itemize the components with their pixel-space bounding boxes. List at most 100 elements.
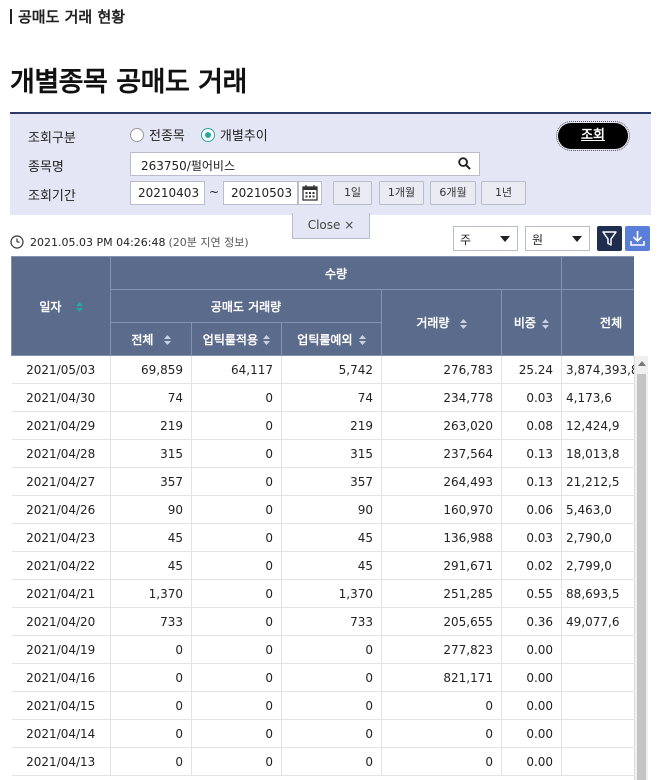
table-cell bbox=[561, 691, 634, 720]
table-row[interactable]: 2021/04/15 0 0 0 0 0.00 bbox=[11, 691, 634, 720]
period-select[interactable]: 주 bbox=[453, 226, 518, 251]
table-cell: 3,874,393,8 bbox=[561, 355, 634, 384]
col-total-header[interactable]: 전체 bbox=[110, 322, 192, 356]
table-cell: 1,370 bbox=[110, 579, 192, 608]
table-row[interactable]: 2021/04/20 733 0 733 205,655 0.36 49,077,6 bbox=[11, 607, 634, 636]
table-row[interactable]: 2021/04/28 315 0 315 237,564 0.13 18,013,8 bbox=[11, 439, 634, 468]
period-select-value: 주 bbox=[460, 233, 472, 247]
table-cell: 0 bbox=[110, 663, 192, 692]
table-cell: 277,823 bbox=[381, 635, 502, 664]
table-cell: 357 bbox=[281, 467, 382, 496]
period-1day-button[interactable]: 1일 bbox=[333, 181, 372, 205]
date-from-input[interactable]: 20210403 bbox=[130, 181, 205, 205]
period-1year-button[interactable]: 1년 bbox=[481, 181, 526, 205]
table-cell: 0.06 bbox=[501, 495, 563, 524]
table-cell: 0 bbox=[191, 551, 282, 580]
calendar-button[interactable] bbox=[298, 181, 322, 205]
col-quantity-header: 수량 bbox=[109, 256, 563, 290]
table-cell: 0 bbox=[281, 719, 382, 748]
page-title: 개별종목 공매도 거래 bbox=[10, 67, 247, 98]
scroll-up-icon[interactable] bbox=[638, 361, 646, 366]
table-row[interactable]: 2021/04/30 74 0 74 234,778 0.03 4,173,6 bbox=[11, 383, 634, 412]
table-cell: 0.03 bbox=[501, 383, 563, 412]
table-cell: 0.00 bbox=[501, 719, 563, 748]
table-scrollbar[interactable] bbox=[634, 356, 648, 780]
table-cell: 276,783 bbox=[381, 355, 502, 384]
col-uptick-applied-header[interactable]: 업틱룰적용 bbox=[191, 322, 282, 356]
table-cell: 4,173,6 bbox=[561, 383, 634, 412]
table-row[interactable]: 2021/04/26 90 0 90 160,970 0.06 5,463,0 bbox=[11, 495, 634, 524]
table-cell: 2021/04/22 bbox=[11, 551, 111, 580]
table-cell: 733 bbox=[110, 607, 192, 636]
col-amount-total-label: 전체 bbox=[600, 316, 623, 330]
col-uptick-exempt-header[interactable]: 업틱룰예외 bbox=[281, 322, 382, 356]
table-cell: 136,988 bbox=[381, 523, 502, 552]
table-cell: 0 bbox=[191, 719, 282, 748]
table-cell: 45 bbox=[281, 523, 382, 552]
table-cell: 0 bbox=[110, 747, 192, 776]
table-row[interactable]: 2021/04/13 0 0 0 0 0.00 bbox=[11, 747, 634, 776]
table-cell: 0 bbox=[191, 411, 282, 440]
table-row[interactable]: 2021/04/14 0 0 0 0 0.00 bbox=[11, 719, 634, 748]
period-1month-button[interactable]: 1개월 bbox=[379, 181, 424, 205]
table-cell: 357 bbox=[110, 467, 192, 496]
table-cell: 74 bbox=[281, 383, 382, 412]
table-cell: 0.13 bbox=[501, 439, 563, 468]
scroll-thumb[interactable] bbox=[637, 374, 646, 780]
col-total-label: 전체 bbox=[131, 332, 154, 347]
search-icon[interactable] bbox=[458, 157, 471, 170]
radio-individual-trend[interactable] bbox=[200, 127, 215, 142]
calendar-icon bbox=[302, 185, 318, 201]
sort-icon bbox=[358, 335, 366, 345]
stock-label: 종목명 bbox=[28, 160, 64, 175]
search-submit-button[interactable]: 조회 bbox=[556, 121, 630, 151]
table-cell: 2021/04/20 bbox=[11, 607, 111, 636]
table-row[interactable]: 2021/05/03 69,859 64,117 5,742 276,783 25.24 3… bbox=[11, 355, 634, 384]
unit-select[interactable]: 원 bbox=[525, 226, 590, 251]
table-cell: 1,370 bbox=[281, 579, 382, 608]
col-date-label: 일자 bbox=[39, 299, 62, 314]
table-row[interactable]: 2021/04/21 1,370 0 1,370 251,285 0.55 88,693,5 bbox=[11, 579, 634, 608]
radio-all-stocks-label[interactable]: 전종목 bbox=[149, 125, 185, 144]
table-cell: 2,799,0 bbox=[561, 551, 634, 580]
delay-note: (20분 지연 정보) bbox=[168, 236, 249, 249]
filter-button[interactable] bbox=[597, 226, 622, 251]
table-row[interactable]: 2021/04/19 0 0 0 277,823 0.00 bbox=[11, 635, 634, 664]
table-row[interactable]: 2021/04/22 45 0 45 291,671 0.02 2,799,0 bbox=[11, 551, 634, 580]
table-cell: 2021/04/19 bbox=[11, 635, 111, 664]
table-cell: 0 bbox=[191, 635, 282, 664]
table-row[interactable]: 2021/04/27 357 0 357 264,493 0.13 21,212,5 bbox=[11, 467, 634, 496]
col-volume-label: 거래량 bbox=[416, 316, 450, 330]
table-cell: 0 bbox=[381, 719, 502, 748]
chevron-down-icon bbox=[572, 236, 582, 242]
sort-icon bbox=[459, 318, 467, 329]
radio-individual-trend-label[interactable]: 개별추이 bbox=[220, 125, 268, 144]
table-row[interactable]: 2021/04/29 219 0 219 263,020 0.08 12,424,9 bbox=[11, 411, 634, 440]
col-volume-header[interactable]: 거래량 bbox=[381, 289, 502, 356]
date-tilde: ~ bbox=[209, 185, 220, 199]
table-row[interactable]: 2021/04/23 45 0 45 136,988 0.03 2,790,0 bbox=[11, 523, 634, 552]
table-cell: 2021/04/13 bbox=[11, 747, 111, 776]
table-cell: 2021/04/14 bbox=[11, 719, 111, 748]
stock-name-input[interactable]: 263750/펄어비스 bbox=[130, 152, 480, 176]
radio-all-stocks[interactable] bbox=[130, 127, 144, 142]
col-ratio-header[interactable]: 비중 bbox=[500, 289, 563, 356]
col-uptick-exempt-label: 업틱룰예외 bbox=[297, 332, 353, 347]
table-cell: 0 bbox=[191, 607, 282, 636]
table-row[interactable]: 2021/04/16 0 0 0 821,171 0.00 bbox=[11, 663, 634, 692]
close-panel-button[interactable]: Close × bbox=[292, 213, 370, 239]
table-cell: 0 bbox=[110, 691, 192, 720]
date-to-input[interactable]: 20210503 bbox=[223, 181, 298, 205]
col-amount-total-header[interactable]: 전체 bbox=[561, 289, 634, 356]
period-6month-button[interactable]: 6개월 bbox=[430, 181, 476, 205]
table-cell: 2021/04/27 bbox=[11, 467, 111, 496]
table-cell: 263,020 bbox=[381, 411, 502, 440]
table-cell: 0.00 bbox=[501, 691, 563, 720]
table-cell: 5,742 bbox=[281, 355, 382, 384]
download-button[interactable] bbox=[625, 226, 650, 251]
table-cell: 74 bbox=[110, 383, 192, 412]
col-date-header[interactable]: 일자 bbox=[11, 256, 111, 356]
table-cell: 0 bbox=[281, 747, 382, 776]
sort-icon bbox=[163, 335, 171, 345]
table-cell: 45 bbox=[110, 523, 192, 552]
